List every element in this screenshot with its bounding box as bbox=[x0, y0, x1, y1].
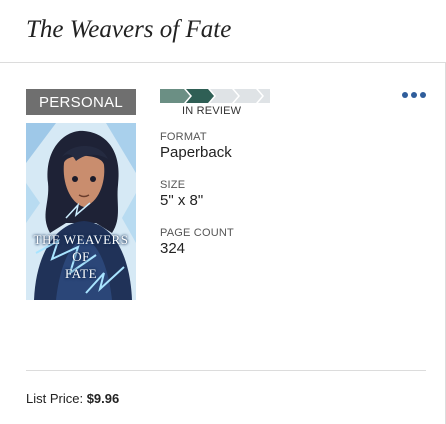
book-cover-image: THE WEAVERS OF FATE bbox=[26, 123, 136, 300]
cover-title-text: THE WEAVERS OF FATE bbox=[33, 232, 129, 281]
progress-step-2 bbox=[186, 89, 214, 103]
more-options-icon[interactable] bbox=[402, 89, 428, 101]
status-label: IN REVIEW bbox=[182, 105, 242, 117]
list-price-value: $9.96 bbox=[86, 391, 120, 406]
size-label: SIZE bbox=[160, 179, 186, 191]
header-divider bbox=[0, 62, 446, 63]
footer-divider bbox=[26, 370, 426, 371]
progress-step-3 bbox=[210, 89, 238, 103]
book-title: The Weavers of Fate bbox=[26, 16, 232, 43]
page-count-label: PAGE COUNT bbox=[160, 227, 234, 239]
size-value: 5" x 8" bbox=[160, 192, 204, 209]
list-price: List Price: $9.96 bbox=[26, 391, 119, 406]
format-value: Paperback bbox=[160, 144, 232, 161]
progress-step-4 bbox=[234, 89, 262, 103]
format-label: FORMAT bbox=[160, 131, 207, 143]
list-price-label: List Price: bbox=[26, 391, 84, 406]
review-progress-indicator bbox=[160, 89, 270, 103]
page-count-value: 324 bbox=[160, 240, 186, 257]
personal-badge: PERSONAL bbox=[26, 89, 136, 115]
progress-step-1 bbox=[160, 89, 190, 103]
